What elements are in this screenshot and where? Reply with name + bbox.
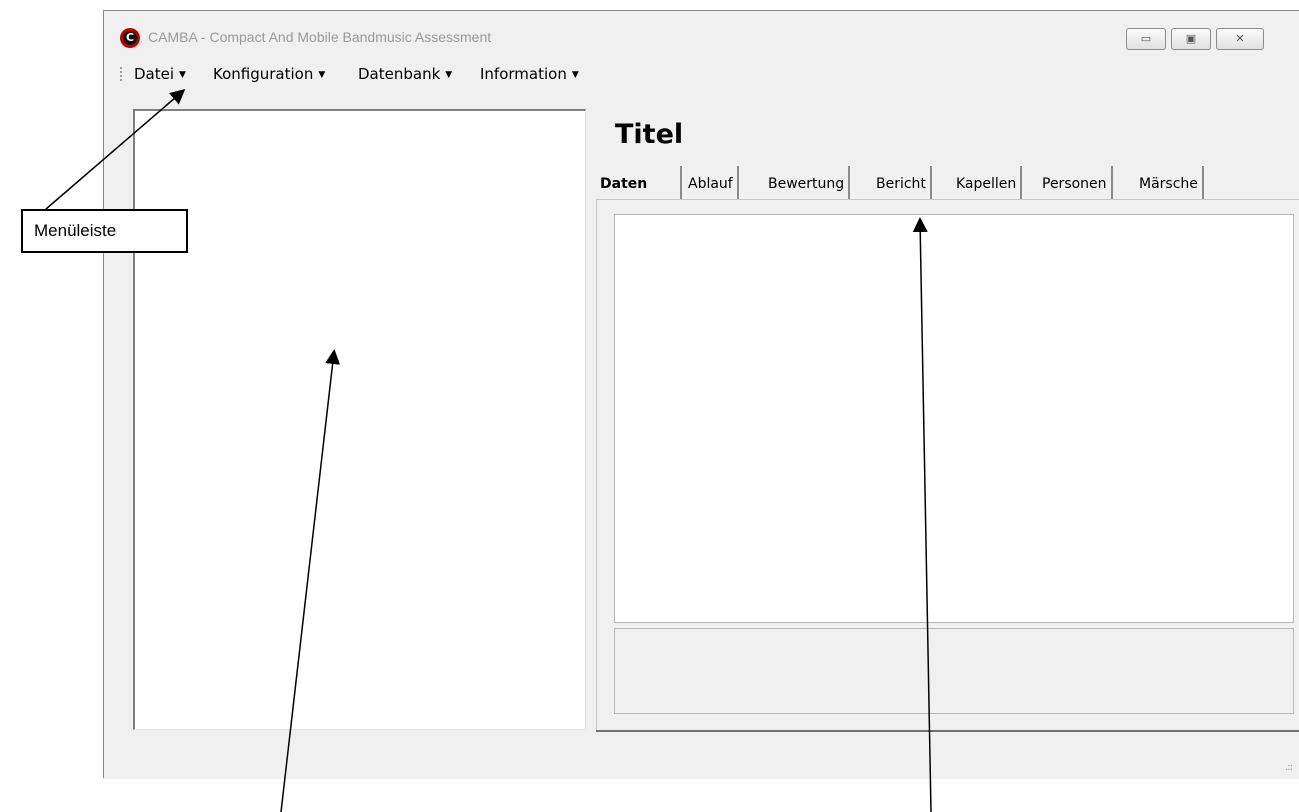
chevron-down-icon: ▼ [445, 70, 453, 80]
close-icon: ✕ [1235, 32, 1245, 45]
info-box [614, 628, 1294, 714]
tab-personen[interactable]: Personen [1038, 166, 1113, 200]
title-bar[interactable]: C CAMBA - Compact And Mobile Bandmusic A… [104, 11, 1299, 60]
menu-information-label: Information [480, 65, 567, 83]
resize-grip-icon[interactable]: .:: [1285, 762, 1293, 773]
navigation-tree-panel[interactable] [133, 109, 586, 730]
tab-divider [680, 166, 682, 200]
tab-maersche[interactable]: Märsche [1135, 166, 1204, 200]
minimize-button[interactable]: ▭ [1126, 28, 1166, 50]
tab-kapellen[interactable]: Kapellen [952, 166, 1023, 200]
menu-datei-label: Datei [134, 65, 175, 83]
menubar-callout-label: Menüleiste [34, 221, 117, 240]
app-logo-letter: C [123, 31, 137, 45]
app-window: C CAMBA - Compact And Mobile Bandmusic A… [103, 10, 1299, 779]
menu-datei[interactable]: Datei ▼ [134, 65, 186, 83]
toolbar-grip-icon[interactable] [120, 67, 124, 81]
menu-konfiguration-label: Konfiguration [213, 65, 314, 83]
menu-datenbank[interactable]: Datenbank ▼ [358, 65, 452, 83]
maximize-icon: ▣ [1185, 32, 1197, 45]
tab-daten[interactable]: Daten [596, 166, 651, 200]
menu-information[interactable]: Information ▼ [480, 65, 579, 83]
menu-konfiguration[interactable]: Konfiguration ▼ [213, 65, 325, 83]
chevron-down-icon: ▼ [318, 70, 326, 80]
tab-content-area[interactable] [614, 214, 1294, 623]
tab-ablauf[interactable]: Ablauf [684, 166, 739, 200]
status-bar: .:: [104, 741, 1299, 779]
minimize-icon: ▭ [1140, 32, 1152, 45]
menu-datenbank-label: Datenbank [358, 65, 441, 83]
window-title: CAMBA - Compact And Mobile Bandmusic Ass… [148, 29, 492, 45]
chevron-down-icon: ▼ [179, 70, 186, 80]
close-button[interactable]: ✕ [1216, 28, 1264, 50]
page-title: Titel [615, 119, 684, 150]
panel-bottom-border [596, 730, 1299, 732]
menubar-callout: Menüleiste [21, 209, 188, 253]
maximize-button[interactable]: ▣ [1171, 28, 1211, 50]
menu-bar: Datei ▼ Konfiguration ▼ Datenbank ▼ Informa… [104, 61, 1299, 87]
tab-bewertung[interactable]: Bewertung [764, 166, 851, 200]
tab-bericht[interactable]: Bericht [872, 166, 932, 200]
chevron-down-icon: ▼ [571, 70, 579, 80]
app-logo-icon: C [120, 28, 140, 48]
